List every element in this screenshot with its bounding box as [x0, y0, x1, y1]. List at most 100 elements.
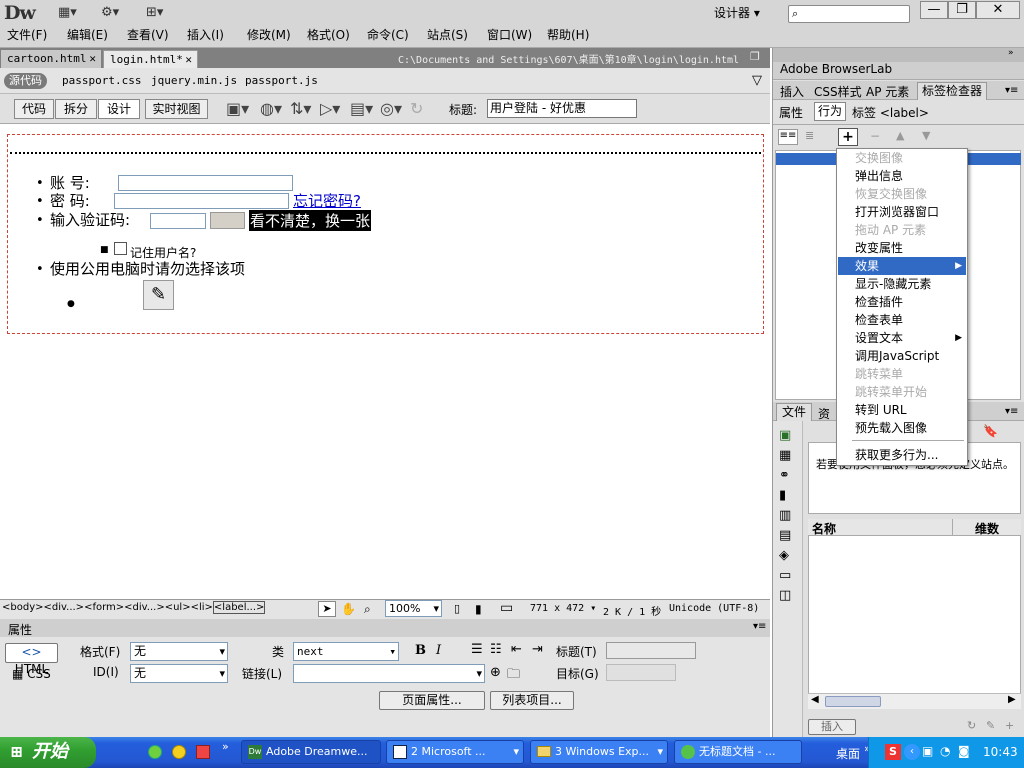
- templates-icon[interactable]: ▭: [779, 568, 791, 583]
- behavior-menu-item[interactable]: 交换图像: [838, 149, 966, 167]
- unordered-list-icon[interactable]: ☰: [471, 642, 483, 657]
- column-name[interactable]: 名称: [812, 520, 836, 537]
- insert-asset-button[interactable]: 插入: [808, 719, 856, 735]
- behavior-menu-item[interactable]: 打开浏览器窗口: [838, 203, 966, 221]
- volume-icon[interactable]: ◔: [940, 744, 950, 758]
- close-tab-icon[interactable]: ✕: [185, 51, 192, 68]
- outdent-icon[interactable]: ⇤: [511, 642, 522, 657]
- menu-format[interactable]: 格式(O): [307, 26, 350, 43]
- related-file[interactable]: passport.js: [245, 74, 318, 87]
- minimize-button[interactable]: —: [920, 1, 948, 19]
- library-icon[interactable]: ◫: [779, 588, 791, 603]
- zoom-tool-icon[interactable]: ⌕: [364, 602, 371, 617]
- tag-selector[interactable]: <body><div...><form><div...><ul><li><lab…: [2, 601, 266, 614]
- refresh-assets-icon[interactable]: ↻: [967, 719, 976, 732]
- file-management-icon[interactable]: ⇅▾: [290, 99, 311, 118]
- preview-browser-icon[interactable]: ◍▾: [260, 99, 282, 118]
- quicklaunch-media-icon[interactable]: [172, 745, 186, 759]
- tag-body[interactable]: <body>: [2, 602, 44, 613]
- behavior-menu-item[interactable]: 检查插件: [838, 293, 966, 311]
- behavior-menu-item[interactable]: 检查表单: [838, 311, 966, 329]
- show-set-events-icon[interactable]: ≡≡: [778, 129, 798, 145]
- quicklaunch-ie-icon[interactable]: [148, 745, 162, 759]
- remove-behavior-button[interactable]: −: [870, 129, 880, 143]
- browserlab-header[interactable]: Adobe BrowserLab: [773, 62, 1024, 80]
- behavior-menu-item[interactable]: 跳转菜单开始: [838, 383, 966, 401]
- design-view-button[interactable]: 设计: [98, 99, 140, 119]
- filter-icon[interactable]: ▽: [752, 73, 762, 88]
- network-icon[interactable]: ▣: [922, 744, 933, 758]
- menu-modify[interactable]: 修改(M): [247, 26, 291, 43]
- behavior-menu-item[interactable]: 跳转菜单: [838, 365, 966, 383]
- related-file[interactable]: passport.css: [62, 74, 141, 87]
- point-to-file-icon[interactable]: ⊕: [490, 665, 501, 680]
- source-code-button[interactable]: 源代码: [4, 73, 47, 89]
- desktop-size-icon[interactable]: ▭: [500, 600, 513, 616]
- target-select[interactable]: [606, 664, 676, 681]
- italic-button[interactable]: I: [436, 643, 441, 658]
- move-up-icon[interactable]: ▲: [896, 129, 904, 142]
- tab-insert[interactable]: 插入: [780, 83, 804, 100]
- shockwave-icon[interactable]: ▥: [779, 508, 791, 523]
- menu-commands[interactable]: 命令(C): [367, 26, 409, 43]
- browse-folder-icon[interactable]: 🗀: [507, 665, 520, 687]
- show-all-events-icon[interactable]: ≣: [805, 129, 814, 142]
- behavior-menu-item[interactable]: 显示-隐藏元素: [838, 275, 966, 293]
- document-title-input[interactable]: 用户登陆 - 好优惠: [487, 99, 637, 118]
- scroll-left-icon[interactable]: ◀: [811, 694, 819, 705]
- behavior-menu-item[interactable]: 获取更多行为...: [838, 446, 966, 464]
- ordered-list-icon[interactable]: ☷: [490, 642, 502, 657]
- close-button[interactable]: ✕: [976, 1, 1020, 19]
- phone-size-icon[interactable]: ▯: [454, 602, 460, 615]
- remember-checkbox[interactable]: [114, 242, 127, 255]
- task-browser[interactable]: 无标题文档 - ...: [674, 740, 802, 764]
- tablet-size-icon[interactable]: ▮: [475, 602, 482, 616]
- assets-table[interactable]: [808, 519, 1021, 709]
- menu-insert[interactable]: 插入(I): [187, 26, 224, 43]
- attributes-tab[interactable]: 属性: [779, 104, 803, 121]
- desktop-toolbar-label[interactable]: 桌面: [836, 745, 860, 762]
- menu-view[interactable]: 查看(V): [127, 26, 169, 43]
- captcha-input[interactable]: [150, 213, 206, 229]
- movies-icon[interactable]: ▤: [779, 528, 791, 543]
- behavior-menu-item[interactable]: 恢复交换图像: [838, 185, 966, 203]
- favorites-icon[interactable]: 🔖: [983, 424, 998, 438]
- images-icon[interactable]: ▣: [779, 428, 791, 443]
- refresh-icon[interactable]: ↻: [410, 99, 423, 118]
- check-browser-icon[interactable]: ◎▾: [380, 99, 402, 118]
- tab-css-styles[interactable]: CSS样式: [814, 83, 862, 100]
- tab-files[interactable]: 文件: [776, 403, 813, 421]
- tag-form[interactable]: <form>: [84, 602, 124, 613]
- captcha-refresh-link[interactable]: 看不清楚，换一张: [249, 210, 372, 231]
- related-file[interactable]: jquery.min.js: [151, 74, 237, 87]
- visual-aids-icon[interactable]: ▷▾: [320, 99, 340, 118]
- tag-div[interactable]: <div...>: [124, 602, 165, 613]
- code-view-button[interactable]: 代码: [14, 99, 54, 119]
- submit-image-button[interactable]: ✎: [143, 280, 174, 310]
- security-icon[interactable]: ◙: [958, 744, 970, 758]
- task-microsoft[interactable]: 2 Microsoft ... ▾: [386, 740, 524, 764]
- html-mode-button[interactable]: <> HTML: [5, 643, 58, 676]
- behavior-menu-item[interactable]: 设置文本 ▶: [838, 329, 966, 347]
- menu-file[interactable]: 文件(F): [7, 26, 47, 43]
- forgot-password-link[interactable]: 忘记密码?: [293, 190, 361, 211]
- tag-div[interactable]: <div...>: [44, 602, 85, 613]
- behavior-menu-item[interactable]: 效果 ▶: [838, 257, 966, 275]
- tab-cartoon[interactable]: cartoon.html ✕: [1, 50, 101, 68]
- behavior-menu-item[interactable]: 弹出信息: [838, 167, 966, 185]
- quicklaunch-app-icon[interactable]: [196, 745, 210, 759]
- scrollbar-thumb[interactable]: [825, 696, 881, 707]
- help-search-input[interactable]: ⌕: [788, 5, 910, 23]
- tab-assets[interactable]: 资: [818, 405, 830, 422]
- restore-doc-icon[interactable]: ❐: [750, 50, 760, 63]
- restore-button[interactable]: ❐: [948, 1, 976, 19]
- tray-back-icon[interactable]: ‹: [904, 744, 920, 760]
- css-mode-button[interactable]: ▦ CSS: [12, 667, 51, 681]
- tab-login[interactable]: login.html* ✕: [103, 50, 198, 68]
- pointer-tool-icon[interactable]: ➤: [318, 601, 336, 617]
- behavior-menu-item[interactable]: 改变属性: [838, 239, 966, 257]
- behaviors-tab[interactable]: 行为: [814, 102, 847, 121]
- workspace-switcher[interactable]: 设计器 ▾: [714, 4, 760, 21]
- split-view-button[interactable]: 拆分: [55, 99, 97, 119]
- panel-menu-icon[interactable]: ▾≡: [753, 621, 766, 632]
